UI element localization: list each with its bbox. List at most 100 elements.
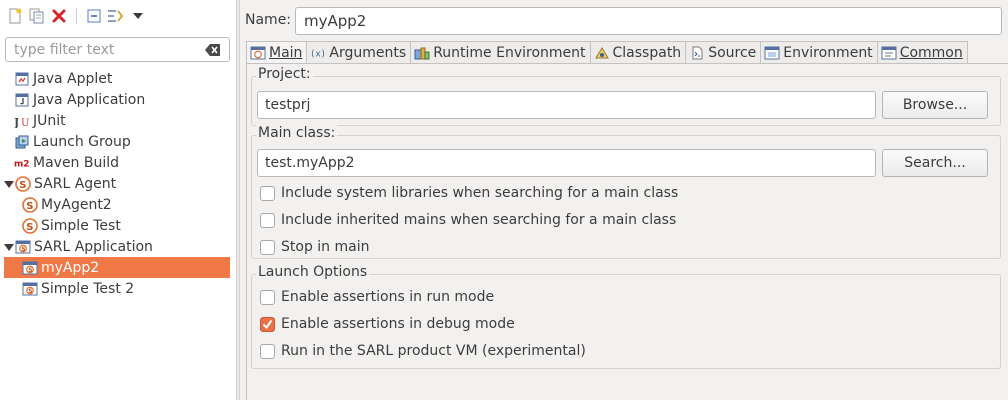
tab-arguments[interactable]: (x)=Arguments xyxy=(306,41,412,63)
tree-item[interactable]: J U JUnit xyxy=(14,110,66,131)
tree-item-label: MyAgent2 xyxy=(41,196,112,213)
launch-options-group: Launch Options Enable assertions in run … xyxy=(251,264,1001,369)
option-label: Enable assertions in debug mode xyxy=(281,316,515,332)
tab-label: Runtime Environment xyxy=(433,44,586,61)
tab-label: Arguments xyxy=(329,44,407,61)
sarl-application-icon: S xyxy=(22,281,38,297)
tree-item[interactable]: SmyApp2 xyxy=(4,257,230,278)
tree-item[interactable]: S MyAgent2 xyxy=(22,194,112,215)
tab-runtime-environment[interactable]: Runtime Environment xyxy=(410,41,591,63)
config-tabs: Main(x)=ArgumentsRuntime EnvironmentClas… xyxy=(246,41,968,64)
tree-item[interactable]: Launch Group xyxy=(14,131,131,152)
svg-text:S: S xyxy=(26,222,33,233)
launch-options-group-title: Launch Options xyxy=(256,264,370,280)
option-row[interactable]: Run in the SARL product VM (experimental… xyxy=(260,341,586,361)
svg-text:(x)=: (x)= xyxy=(310,49,326,59)
source-tab-icon xyxy=(689,45,705,61)
tab-label: Source xyxy=(708,44,757,61)
svg-text:J: J xyxy=(14,116,19,128)
project-field[interactable] xyxy=(257,91,876,119)
tab-label: Common xyxy=(899,44,963,61)
environment-tab-icon xyxy=(764,45,780,61)
checkbox[interactable] xyxy=(260,239,275,255)
runtime-environment-tab-icon xyxy=(414,45,430,61)
tree-item-label: Simple Test 2 xyxy=(41,280,135,297)
expanded-arrow-icon[interactable] xyxy=(4,179,14,189)
sarl-agent-icon: S xyxy=(22,217,38,234)
option-row[interactable]: Enable assertions in debug mode xyxy=(260,314,515,334)
browse-project-button[interactable]: Browse... xyxy=(882,91,988,119)
tree-item-label: Launch Group xyxy=(33,133,131,150)
maven-icon: m2 xyxy=(14,155,30,171)
delete-icon[interactable] xyxy=(48,6,70,26)
tree-item[interactable]: S SARL Application xyxy=(4,236,153,257)
clear-filter-icon[interactable] xyxy=(205,43,221,57)
svg-text:S: S xyxy=(21,246,25,253)
svg-text:m2: m2 xyxy=(14,159,29,168)
sarl-agent-icon: S xyxy=(22,196,38,213)
checkbox[interactable] xyxy=(260,212,275,228)
filter-icon[interactable] xyxy=(105,6,127,26)
browse-project-button-label: Browse... xyxy=(902,97,968,113)
checked-checkbox[interactable] xyxy=(260,316,275,332)
main-tab-icon xyxy=(250,45,266,61)
svg-text:S: S xyxy=(19,180,26,191)
java-application-icon xyxy=(14,92,30,108)
tree-item-label: Java Applet xyxy=(33,70,113,87)
tab-environment[interactable]: Environment xyxy=(760,41,878,63)
launch-config-tree-pane: Java Applet Java Application JUJUnit Launch… xyxy=(0,0,236,400)
duplicate-icon[interactable] xyxy=(26,6,48,26)
project-group-title: Project: xyxy=(256,66,313,82)
expanded-arrow-icon[interactable] xyxy=(4,242,14,252)
main-class-field[interactable] xyxy=(257,149,876,177)
java-applet-icon xyxy=(14,71,30,87)
tab-label: Classpath xyxy=(612,44,682,61)
config-editor-pane: Name: Main(x)=ArgumentsRuntime Environme… xyxy=(240,0,1008,400)
main-tab-panel: Project: Browse... Main class: Search...… xyxy=(246,63,1008,400)
tree-item[interactable]: m2 Maven Build xyxy=(14,152,119,173)
arguments-tab-icon: (x)= xyxy=(310,45,326,61)
filter-input[interactable] xyxy=(12,40,192,60)
option-row[interactable]: Stop in main xyxy=(260,237,369,257)
collapse-all-icon[interactable] xyxy=(83,6,105,26)
tab-source[interactable]: Source xyxy=(685,41,762,63)
option-row[interactable]: Enable assertions in run mode xyxy=(260,287,494,307)
tree-item[interactable]: S Simple Test 2 xyxy=(22,278,134,299)
tree-item-label: Simple Test xyxy=(41,217,121,234)
checkbox[interactable] xyxy=(260,289,275,305)
view-menu-icon[interactable] xyxy=(127,6,149,26)
tab-label: Environment xyxy=(783,44,873,61)
svg-text:S: S xyxy=(26,201,33,212)
sarl-agent-icon: S xyxy=(15,175,31,192)
checkbox[interactable] xyxy=(260,343,275,359)
tree-item-label: Maven Build xyxy=(33,154,120,171)
filter-box xyxy=(5,37,230,62)
tree-item-label: SARL Application xyxy=(34,238,153,255)
checkbox[interactable] xyxy=(260,185,275,201)
tab-classpath[interactable]: Classpath xyxy=(589,41,687,63)
tab-label: Main xyxy=(269,45,303,61)
svg-text:S: S xyxy=(28,288,32,295)
search-main-class-button-label: Search... xyxy=(904,155,966,171)
main-class-group: Main class: Search... Include system lib… xyxy=(251,125,1001,259)
new-config-icon[interactable] xyxy=(4,6,26,26)
tree-item-label: Java Application xyxy=(33,91,146,108)
option-label: Run in the SARL product VM (experimental… xyxy=(281,343,586,359)
tab-common[interactable]: Common xyxy=(876,41,968,63)
name-field[interactable] xyxy=(295,7,1002,35)
option-label: Include inherited mains when searching f… xyxy=(281,212,677,228)
tree-toolbar xyxy=(4,6,149,26)
tree-item[interactable]: S SARL Agent xyxy=(4,173,116,194)
tree-item[interactable]: S Simple Test xyxy=(22,215,121,236)
tree-item[interactable]: Java Application xyxy=(14,89,145,110)
svg-text:S: S xyxy=(28,267,32,274)
search-main-class-button[interactable]: Search... xyxy=(882,149,988,177)
option-label: Enable assertions in run mode xyxy=(281,289,495,305)
option-row[interactable]: Include system libraries when searching … xyxy=(260,183,678,203)
classpath-tab-icon xyxy=(594,45,610,61)
sarl-application-icon: S xyxy=(22,260,38,276)
tab-main[interactable]: Main xyxy=(246,41,308,64)
option-row[interactable]: Include inherited mains when searching f… xyxy=(260,210,676,230)
tree-item[interactable]: Java Applet xyxy=(14,68,112,89)
option-label: Include system libraries when searching … xyxy=(281,185,679,201)
